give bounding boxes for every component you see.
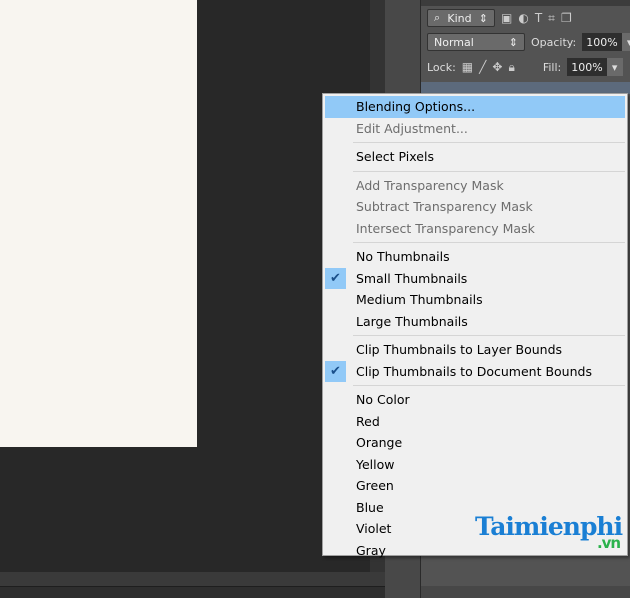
menu-separator [353,335,625,336]
menu-item-no-color[interactable]: No Color [325,389,625,411]
menu-separator [353,385,625,386]
fill-label: Fill: [542,60,562,74]
search-icon: ⌕ [434,11,441,24]
menu-item-label: Red [356,413,380,429]
menu-item-intersect-transparency-mask: Intersect Transparency Mask [325,218,625,240]
menu-item-label: Clip Thumbnails to Document Bounds [356,363,592,379]
opacity-label: Opacity: [531,35,577,49]
lock-move-icon[interactable]: ✥ [492,60,502,74]
adjustment-filter-icon[interactable]: ◐ [518,11,528,25]
checkmark-icon: ✔ [325,267,346,289]
opacity-input[interactable]: 100% [582,33,622,51]
chevron-down-icon[interactable]: ▾ [606,58,623,76]
lock-all-icon[interactable]: 🔒︎ [508,60,514,75]
menu-item-label: Edit Adjustment... [356,120,468,136]
checkmark-icon: ✔ [325,360,346,382]
lock-transparency-icon[interactable]: ▦ [462,60,473,74]
smart-object-filter-icon[interactable]: ❐ [561,11,572,25]
menu-item-label: Medium Thumbnails [356,292,483,307]
menu-item-label: Green [356,478,394,493]
layer-context-menu: Blending Options... Edit Adjustment... Sel… [322,93,628,558]
menu-item-label: Violet [356,521,392,536]
menu-item-orange[interactable]: Orange [325,432,625,454]
panel-tabs[interactable] [421,0,630,6]
menu-item-label: Subtract Transparency Mask [356,199,533,214]
menu-item-yellow[interactable]: Yellow [325,454,625,476]
updown-icon: ⇕ [508,35,518,49]
filter-kind-select[interactable]: ⌕ Kind ⇕ [427,9,495,27]
horizontal-scrollbar[interactable] [0,572,385,586]
blend-mode-select[interactable]: Normal ⇕ [427,33,525,51]
layers-panel-footer [421,586,630,598]
shape-filter-icon[interactable]: ⌗ [548,11,555,26]
menu-item-label: Yellow [356,456,395,472]
menu-separator [353,170,625,172]
menu-item-label: Add Transparency Mask [356,177,504,193]
menu-item-label: No Thumbnails [356,249,450,264]
menu-separator [353,242,625,243]
fill-input[interactable]: 100% [567,58,607,76]
updown-icon: ⇕ [478,11,488,25]
menu-item-label: Blending Options... [356,99,476,114]
menu-item-label: Clip Thumbnails to Layer Bounds [356,342,563,357]
document-canvas[interactable] [0,0,197,447]
menu-separator [353,142,625,143]
menu-item-label: Gray [356,542,386,558]
menu-item-label: Blue [356,499,384,515]
menu-item-subtract-transparency-mask: Subtract Transparency Mask [325,196,625,218]
menu-item-edit-adjustment: Edit Adjustment... [325,118,625,140]
menu-item-no-thumbnails[interactable]: No Thumbnails [325,246,625,268]
status-bar [0,586,385,598]
menu-item-label: Select Pixels [356,149,434,164]
menu-item-label: Orange [356,435,403,450]
menu-item-select-pixels[interactable]: Select Pixels [325,146,625,168]
menu-item-gray[interactable]: Gray [325,540,625,562]
image-filter-icon[interactable]: ▣ [501,11,512,25]
menu-item-small-thumbnails[interactable]: ✔ Small Thumbnails [325,267,625,290]
watermark-logo: Taimienphi .vn [475,512,623,552]
menu-item-clip-thumbnails-to-document-bounds[interactable]: ✔ Clip Thumbnails to Document Bounds [325,360,625,383]
menu-item-blending-options[interactable]: Blending Options... [325,96,625,118]
menu-item-label: Large Thumbnails [356,313,468,329]
menu-item-label: No Color [356,392,410,407]
menu-item-large-thumbnails[interactable]: Large Thumbnails [325,311,625,333]
lock-label: Lock: [427,60,456,74]
menu-item-green[interactable]: Green [325,475,625,497]
menu-item-label: Small Thumbnails [356,270,468,286]
type-filter-icon[interactable]: T [535,11,542,25]
menu-item-red[interactable]: Red [325,411,625,433]
chevron-down-icon[interactable]: ▾ [621,33,630,51]
menu-item-medium-thumbnails[interactable]: Medium Thumbnails [325,289,625,311]
menu-item-label: Intersect Transparency Mask [356,220,535,236]
lock-brush-icon[interactable]: ╱ [479,60,486,74]
menu-item-clip-thumbnails-to-layer-bounds[interactable]: Clip Thumbnails to Layer Bounds [325,339,625,361]
menu-item-add-transparency-mask: Add Transparency Mask [325,175,625,197]
